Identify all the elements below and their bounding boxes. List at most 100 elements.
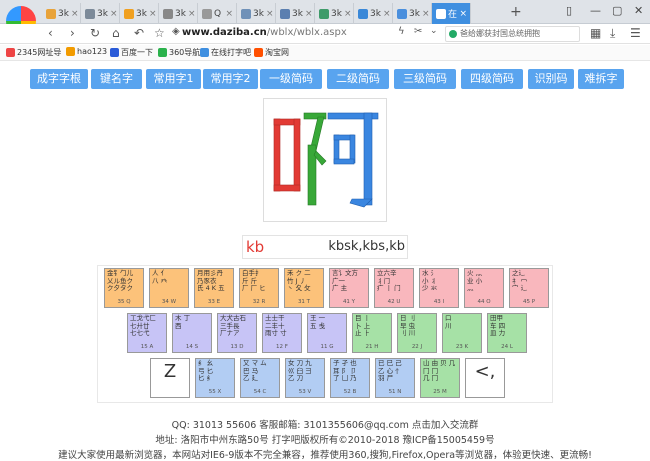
lightning-icon[interactable]: ϟ bbox=[398, 26, 405, 37]
close-tab-icon[interactable]: × bbox=[225, 9, 233, 19]
refresh-icon[interactable]: ↻ bbox=[90, 26, 100, 40]
bookmark-label: 在线打字吧 bbox=[211, 48, 251, 57]
close-tab-icon[interactable]: × bbox=[71, 9, 79, 19]
browser-tab[interactable]: Q × bbox=[198, 3, 237, 24]
key-radicals: <, bbox=[474, 361, 496, 382]
search-engine-icon bbox=[449, 30, 457, 38]
keyboard-key[interactable]: 日 刂 早 虫 刂 川 22 J bbox=[397, 313, 437, 353]
download-icon[interactable]: ⤓ bbox=[610, 26, 615, 41]
menu-icon[interactable]: ☰ bbox=[630, 26, 641, 40]
keyboard-key[interactable]: 之辶 礻 冖 宀 辶 45 P bbox=[509, 268, 549, 308]
window-user-icon[interactable]: ▯ bbox=[566, 4, 572, 17]
bookmark-item[interactable]: 百度一下 bbox=[110, 47, 153, 58]
minimize-icon[interactable]: — bbox=[590, 4, 601, 17]
close-tab-icon[interactable]: × bbox=[344, 9, 352, 19]
keyboard-key[interactable]: 已 巳 己 乙 心 忄 羽 尸 51 N bbox=[375, 358, 415, 398]
keyboard-key[interactable]: 人 亻 八 癶 34 W bbox=[149, 268, 189, 308]
key-radicals: 土士干 二丰十 雨寸 寸 bbox=[265, 314, 287, 337]
bookmark-item[interactable]: 2345网址导 bbox=[6, 47, 61, 58]
key-radicals: 白手扌 斤 斤 厂 厂 ヒ bbox=[242, 269, 266, 292]
keyboard-key[interactable]: 立六辛 丬门 疒 丨 门 42 U bbox=[374, 268, 414, 308]
key-code: 33 E bbox=[207, 298, 221, 305]
keyboard-key[interactable]: 木 丁 西 14 S bbox=[172, 313, 212, 353]
keyboard-key[interactable]: Z bbox=[150, 358, 190, 398]
back-icon[interactable]: ‹ bbox=[48, 26, 53, 40]
undo-icon[interactable]: ↶ bbox=[134, 26, 144, 40]
menu-button[interactable]: 键名字 bbox=[91, 69, 142, 89]
cut-icon[interactable]: ✂ bbox=[414, 26, 422, 37]
close-tab-icon[interactable]: × bbox=[305, 9, 313, 19]
menu-button[interactable]: 常用字2 bbox=[203, 69, 258, 89]
close-tab-icon[interactable]: × bbox=[188, 9, 196, 19]
tab-favicon-icon bbox=[319, 8, 329, 19]
keyboard-key[interactable]: 大犬古石 三手長 厂ナア 13 D bbox=[217, 313, 257, 353]
bookmark-item[interactable]: 360导航 bbox=[158, 47, 200, 58]
menu-button[interactable]: 四级简码 bbox=[461, 69, 523, 89]
keyboard-key[interactable]: 工戈弋匚 七廾廿 七七弋 15 A bbox=[127, 313, 167, 353]
close-tab-icon[interactable]: × bbox=[266, 9, 274, 19]
close-tab-icon[interactable]: × bbox=[110, 9, 118, 19]
keyboard-key[interactable]: 月用彡丹 乃豕衣 氏 4 K 五 33 E bbox=[194, 268, 234, 308]
browser-tab[interactable]: 3k × bbox=[81, 3, 120, 24]
keyboard-key[interactable]: <, bbox=[465, 358, 505, 398]
bookmark-item[interactable]: 淘宝网 bbox=[254, 47, 289, 58]
address-bar[interactable]: www.daziba.cn/wblx/wblx.aspx bbox=[182, 27, 347, 38]
keyboard-key[interactable]: 王 一 五 戋 11 G bbox=[307, 313, 347, 353]
keyboard-key[interactable]: 火 灬 业 小 灬 44 O bbox=[464, 268, 504, 308]
browser-tab[interactable]: 3k × bbox=[354, 3, 393, 24]
key-code: 44 O bbox=[477, 298, 491, 305]
keyboard-key[interactable]: 金钅勹儿 乂ル鱼ク ク夕タク 35 Q bbox=[104, 268, 144, 308]
keyboard-key[interactable]: 田甲 车 四 皿 力 24 L bbox=[487, 313, 527, 353]
browser-tab[interactable]: 3k × bbox=[120, 3, 159, 24]
maximize-icon[interactable]: ▢ bbox=[612, 4, 622, 17]
bookmark-item[interactable]: 在线打字吧 bbox=[200, 47, 251, 58]
browser-tab[interactable]: 3k × bbox=[315, 3, 354, 24]
browser-tab[interactable]: 3k × bbox=[42, 3, 81, 24]
menu-button[interactable]: 二级简码 bbox=[327, 69, 389, 89]
new-tab-button[interactable]: + bbox=[510, 4, 522, 20]
keyboard-key[interactable]: 土士干 二丰十 雨寸 寸 12 F bbox=[262, 313, 302, 353]
keyboard-key[interactable]: 目 丨 卜 上 止 ⺊ 21 H bbox=[352, 313, 392, 353]
browser-tab[interactable]: 3k × bbox=[393, 3, 432, 24]
key-code: 24 L bbox=[501, 343, 513, 350]
menu-button[interactable]: 成字字根 bbox=[30, 69, 88, 89]
menu-button[interactable]: 三级简码 bbox=[394, 69, 456, 89]
menu-button[interactable]: 难拆字 bbox=[578, 69, 624, 89]
forward-icon[interactable]: › bbox=[70, 26, 75, 40]
key-code: 21 H bbox=[365, 343, 379, 350]
keyboard-key[interactable]: 山 由 贝 几 冂 冂 几 冂 25 M bbox=[420, 358, 460, 398]
keyboard-key[interactable]: 白手扌 斤 斤 厂 厂 ヒ 32 R bbox=[239, 268, 279, 308]
close-window-icon[interactable]: ✕ bbox=[634, 4, 643, 17]
glyph-decomposition bbox=[273, 112, 379, 208]
menu-button[interactable]: 一级简码 bbox=[260, 69, 322, 89]
url-host: www.daziba.cn bbox=[182, 27, 267, 38]
browser-tab[interactable]: 在 × bbox=[432, 3, 471, 24]
browser-tab[interactable]: 3k × bbox=[237, 3, 276, 24]
keyboard-key[interactable]: 纟 幺 弓 匕 匕 纟 55 X bbox=[195, 358, 235, 398]
star-icon[interactable]: ☆ bbox=[154, 26, 165, 40]
search-placeholder: 爸给娜获封国总统拥抱 bbox=[460, 29, 540, 38]
chevron-down-icon[interactable]: ⌄ bbox=[430, 26, 438, 36]
close-tab-icon[interactable]: × bbox=[422, 9, 430, 19]
keyboard-key[interactable]: 言讠文方 广一 广 主 41 Y bbox=[329, 268, 369, 308]
keyboard-key[interactable]: 子 孑 也 耳 阝 卩 了 凵 乃 52 B bbox=[330, 358, 370, 398]
keyboard-key[interactable]: 口 川 23 K bbox=[442, 313, 482, 353]
close-tab-icon[interactable]: × bbox=[149, 9, 157, 19]
close-tab-icon[interactable]: × bbox=[383, 9, 391, 19]
close-tab-icon[interactable]: × bbox=[459, 9, 467, 19]
keyboard-key[interactable]: 女 刀 九 巛 臼 彐 乙 刀 53 V bbox=[285, 358, 325, 398]
keyboard-key[interactable]: 水 氵 小 丬 少 氺 43 I bbox=[419, 268, 459, 308]
browser-tab[interactable]: 3k × bbox=[159, 3, 198, 24]
browser-tab[interactable]: 3k × bbox=[276, 3, 315, 24]
menu-button[interactable]: 常用字1 bbox=[146, 69, 201, 89]
bookmark-item[interactable]: hao123 bbox=[66, 47, 107, 56]
grid-icon[interactable]: ▦ bbox=[590, 26, 601, 40]
footer-address: 地址: 洛阳市中州东路50号 打字吧版权所有©2010-2018 豫ICP备15… bbox=[155, 435, 495, 446]
browser-tab-strip: 3k × 3k × 3k × 3k × Q × 3k × 3k × 3k × 3k × 3k × 在 × + ▯ — ▢ … bbox=[0, 0, 650, 36]
search-input[interactable]: 爸给娜获封国总统拥抱 bbox=[445, 26, 580, 42]
keyboard-key[interactable]: 又 マ ム 巴 马 乙 廴 54 C bbox=[240, 358, 280, 398]
menu-button[interactable]: 识别码 bbox=[528, 69, 574, 89]
home-icon[interactable]: ⌂ bbox=[112, 26, 120, 40]
keyboard-key[interactable]: 禾 ク 二 竹 J 丿 丶 夂 攵 31 T bbox=[284, 268, 324, 308]
key-code: 14 S bbox=[185, 343, 199, 350]
